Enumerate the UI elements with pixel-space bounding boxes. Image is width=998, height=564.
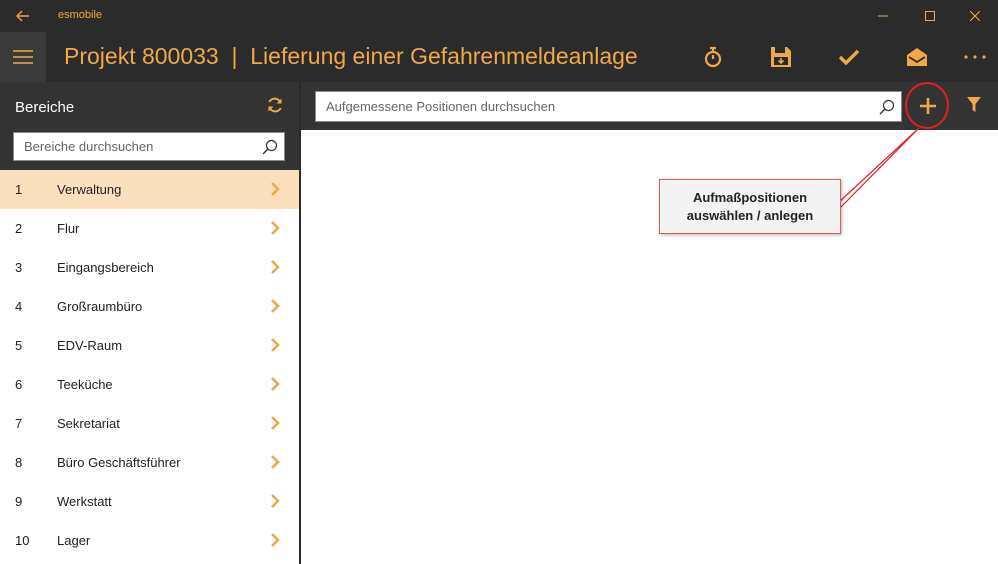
chevron-right-icon [271,533,280,547]
list-item[interactable]: 7 Sekretariat [0,404,299,443]
item-label: Flur [57,221,80,236]
item-number: 5 [15,338,23,353]
minimize-button[interactable] [860,0,906,32]
hamburger-menu-button[interactable] [0,32,46,82]
main-pane [301,82,998,564]
main-header [301,82,998,130]
confirm-button[interactable] [830,38,868,76]
item-label: Eingangsbereich [57,260,154,275]
item-number: 1 [15,182,23,197]
annotation-callout: Aufmaßpositionen auswählen / anlegen [659,179,841,234]
filter-icon [967,97,981,112]
save-button[interactable] [762,38,800,76]
chevron-right-icon [271,299,280,313]
app-name: esmobile [58,9,103,21]
chevron-right-icon [271,377,280,391]
page-title: Projekt 800033 | Lieferung einer Gefahre… [64,43,638,69]
close-button[interactable] [952,0,998,32]
search-icon[interactable] [262,139,278,155]
item-number: 4 [15,299,23,314]
item-label: Büro Geschäftsführer [57,455,181,470]
filter-button[interactable] [963,94,985,116]
list-item[interactable]: 2 Flur [0,209,299,248]
sidebar-search-input[interactable] [14,133,284,160]
mail-open-icon [907,48,927,66]
list-item[interactable]: 9 Werkstatt [0,482,299,521]
item-label: Lager [57,533,91,548]
arrow-left-icon [16,10,29,22]
more-button[interactable] [956,38,994,76]
sidebar-title: Bereiche [15,99,75,116]
list-item[interactable]: 5 EDV-Raum [0,326,299,365]
list-item[interactable]: 3 Eingangsbereich [0,248,299,287]
item-number: 8 [15,455,23,470]
sidebar: Bereiche 1 Verwaltung 2 Flur 3 Eingangsbereic… [0,82,299,564]
maximize-icon [925,11,935,21]
sidebar-search-field[interactable] [13,132,285,161]
item-number: 10 [15,533,30,548]
minimize-icon [878,15,888,17]
item-number: 7 [15,416,23,431]
positions-search-input[interactable] [316,92,901,121]
list-item[interactable]: 4 Großraumbüro [0,287,299,326]
chevron-right-icon [271,221,280,235]
area-list: 1 Verwaltung 2 Flur 3 Eingangsbereich 4 Großrau… [0,170,299,560]
title-bar: esmobile [0,0,998,32]
refresh-icon [268,97,282,113]
item-label: Werkstatt [57,494,112,509]
item-label: Verwaltung [57,182,122,197]
mail-button[interactable] [898,38,936,76]
timer-button[interactable] [694,38,732,76]
hamburger-icon [13,50,33,64]
item-number: 3 [15,260,23,275]
close-icon [970,11,980,21]
positions-search-field[interactable] [315,91,902,122]
refresh-button[interactable] [264,94,286,116]
list-item[interactable]: 1 Verwaltung [0,170,299,209]
more-icon [964,55,986,59]
timer-icon [704,46,722,68]
item-number: 6 [15,377,23,392]
app-bar: Projekt 800033 | Lieferung einer Gefahre… [0,32,998,82]
item-number: 9 [15,494,23,509]
chevron-right-icon [271,338,280,352]
item-label: EDV-Raum [57,338,123,353]
back-button[interactable] [8,4,38,28]
list-item[interactable]: 6 Teeküche [0,365,299,404]
annotation-circle [905,82,949,129]
list-item[interactable]: 10 Lager [0,521,299,560]
item-label: Sekretariat [57,416,120,431]
chevron-right-icon [271,494,280,508]
item-label: Teeküche [57,377,113,392]
item-number: 2 [15,221,23,236]
callout-line-2: auswählen / anlegen [686,208,814,223]
chevron-right-icon [271,416,280,430]
sidebar-header: Bereiche [0,82,299,170]
chevron-right-icon [271,260,280,274]
list-item[interactable]: 8 Büro Geschäftsführer [0,443,299,482]
callout-line-1: Aufmaßpositionen [692,190,808,205]
item-label: Großraumbüro [57,299,143,314]
search-icon[interactable] [879,99,895,115]
maximize-button[interactable] [907,0,953,32]
chevron-right-icon [271,182,280,196]
chevron-right-icon [271,455,280,469]
check-icon [839,49,859,65]
save-icon [771,47,791,67]
